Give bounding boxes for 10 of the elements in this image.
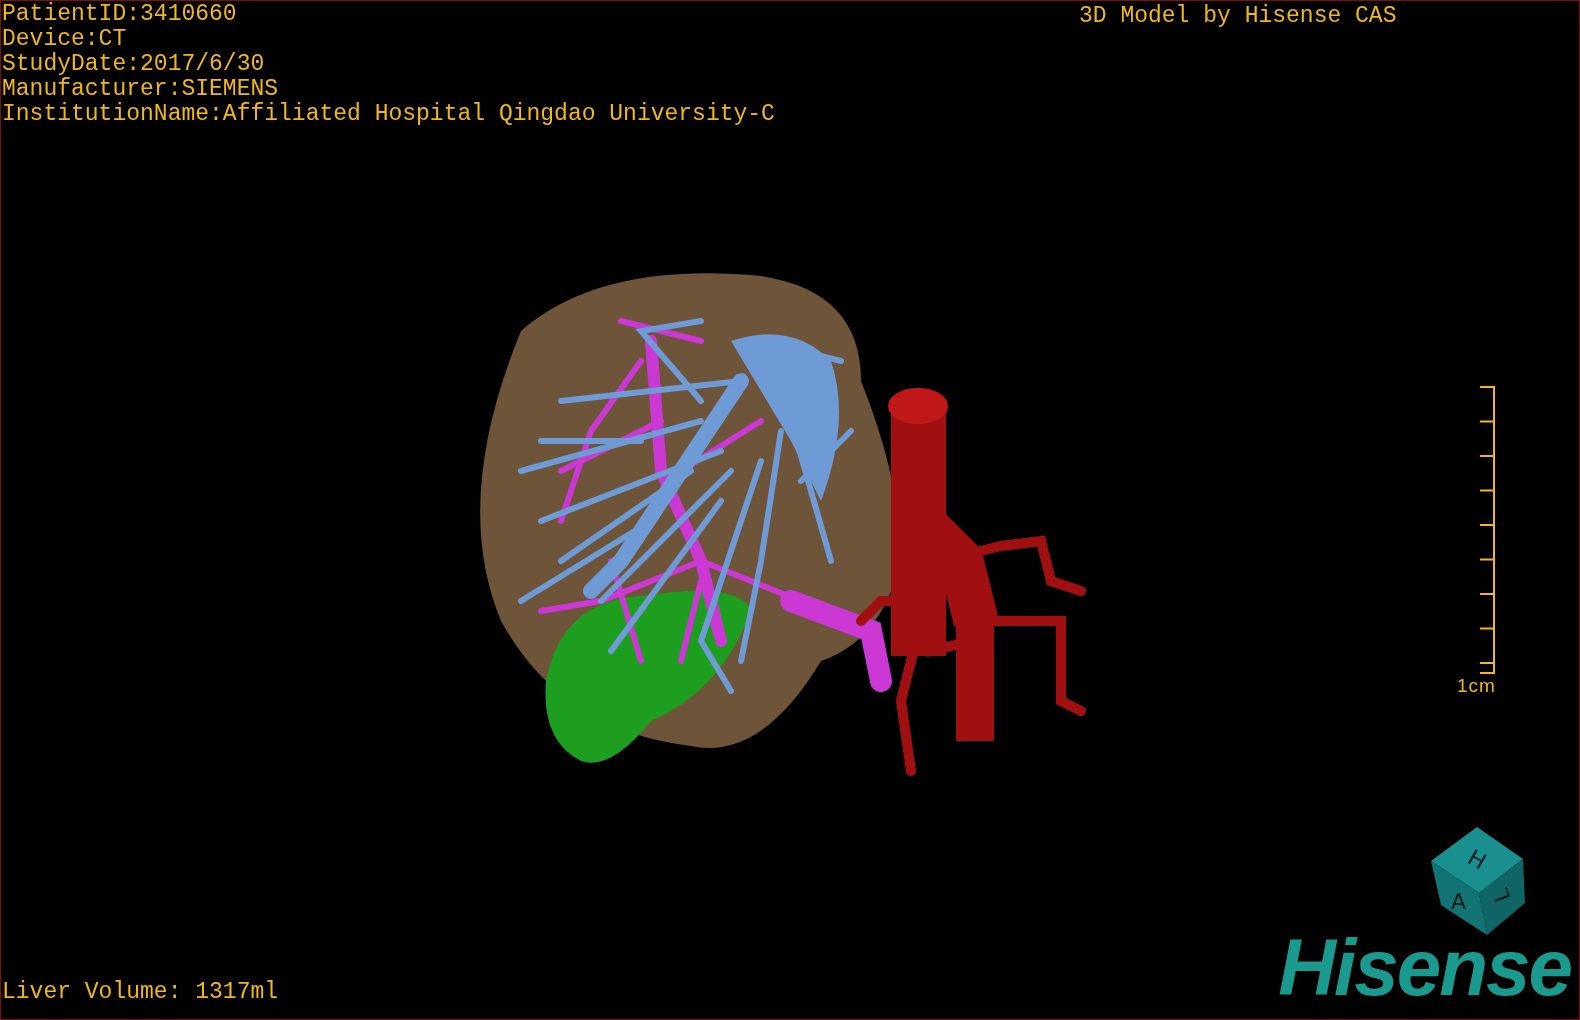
scale-label: 1cm <box>1457 675 1496 697</box>
scale-bar-icon <box>1479 385 1496 675</box>
patient-info-text: Device:CT <box>2 27 128 52</box>
logo: Hisense <box>1278 937 1571 999</box>
patient-info-text: StudyDate:2017/6/30 <box>2 52 266 77</box>
patient-info-text: Manufacturer:SIEMENS <box>2 77 280 102</box>
patient-info-text: InstitutionName:Affiliated Hospital Qingdao University-C <box>2 102 775 127</box>
model-caption: 3D Model by Hisense CAS <box>1079 4 1397 29</box>
liver-volume-text: Liver Volume: 1317ml <box>2 980 279 1005</box>
patient-info-text: PatientID:3410660 <box>2 2 238 27</box>
